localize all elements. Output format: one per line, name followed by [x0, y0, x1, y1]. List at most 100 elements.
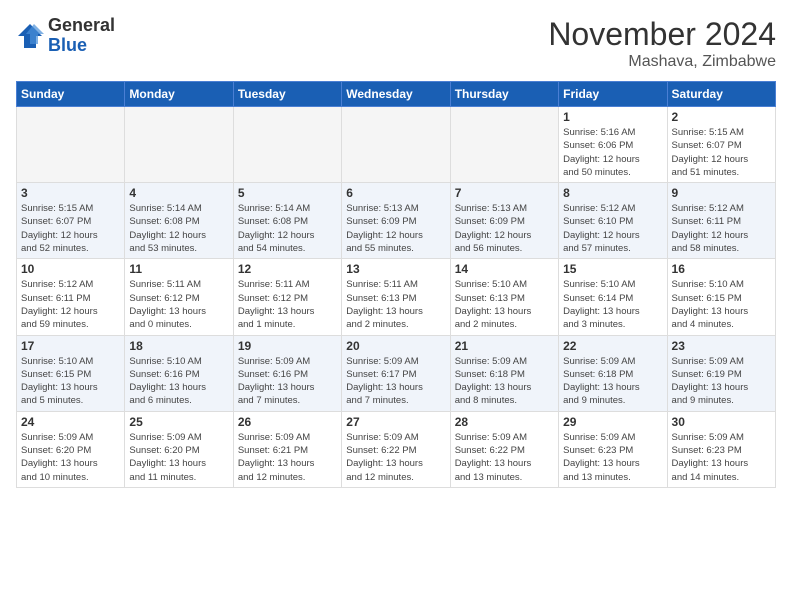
calendar-day-cell: 26 Sunrise: 5:09 AMSunset: 6:21 PMDayligh… — [233, 411, 341, 487]
day-info: Sunrise: 5:09 AMSunset: 6:18 PMDaylight:… — [455, 355, 554, 408]
calendar-day-cell: 13 Sunrise: 5:11 AMSunset: 6:13 PMDayligh… — [342, 259, 450, 335]
calendar-day-cell: 5Sunrise: 5:14 AMSunset: 6:08 PMDaylight… — [233, 183, 341, 259]
day-number: 9 — [672, 186, 771, 200]
day-info: Sunrise: 5:10 AMSunset: 6:14 PMDaylight:… — [563, 278, 662, 331]
page-header: General Blue November 2024 Mashava, Zimb… — [16, 16, 776, 71]
day-info: Sunrise: 5:11 AMSunset: 6:12 PMDaylight:… — [238, 278, 337, 331]
day-number: 25 — [129, 415, 228, 429]
calendar-week-row: 3 Sunrise: 5:15 AMSunset: 6:07 PMDaylight… — [17, 183, 776, 259]
day-info: Sunrise: 5:12 AMSunset: 6:11 PMDaylight:… — [21, 278, 120, 331]
day-number: 6 — [346, 186, 445, 200]
day-number: 16 — [672, 262, 771, 276]
calendar-day-cell: 14Sunrise: 5:10 AMSunset: 6:13 PMDayligh… — [450, 259, 558, 335]
calendar-day-cell: 6 Sunrise: 5:13 AMSunset: 6:09 PMDaylight… — [342, 183, 450, 259]
calendar-day-cell — [17, 107, 125, 183]
day-info: Sunrise: 5:11 AMSunset: 6:13 PMDaylight:… — [346, 278, 445, 331]
day-number: 28 — [455, 415, 554, 429]
logo-text: General Blue — [48, 16, 115, 56]
day-number: 15 — [563, 262, 662, 276]
month-year: November 2024 — [548, 16, 776, 53]
day-info: Sunrise: 5:13 AMSunset: 6:09 PMDaylight:… — [346, 202, 445, 255]
calendar-weekday-header: Tuesday — [233, 82, 341, 107]
calendar-day-cell: 18Sunrise: 5:10 AMSunset: 6:16 PMDayligh… — [125, 335, 233, 411]
day-number: 24 — [21, 415, 120, 429]
day-info: Sunrise: 5:09 AMSunset: 6:23 PMDaylight:… — [672, 431, 771, 484]
day-info: Sunrise: 5:09 AMSunset: 6:19 PMDaylight:… — [672, 355, 771, 408]
calendar-day-cell — [450, 107, 558, 183]
calendar-weekday-header: Sunday — [17, 82, 125, 107]
calendar-day-cell: 2 Sunrise: 5:15 AMSunset: 6:07 PMDaylight… — [667, 107, 775, 183]
calendar-week-row: 10 Sunrise: 5:12 AMSunset: 6:11 PMDayligh… — [17, 259, 776, 335]
day-number: 12 — [238, 262, 337, 276]
calendar-weekday-header: Thursday — [450, 82, 558, 107]
calendar-day-cell: 29Sunrise: 5:09 AMSunset: 6:23 PMDayligh… — [559, 411, 667, 487]
calendar-day-cell: 16 Sunrise: 5:10 AMSunset: 6:15 PMDayligh… — [667, 259, 775, 335]
day-info: Sunrise: 5:09 AMSunset: 6:18 PMDaylight:… — [563, 355, 662, 408]
day-info: Sunrise: 5:14 AMSunset: 6:08 PMDaylight:… — [129, 202, 228, 255]
day-info: Sunrise: 5:15 AMSunset: 6:07 PMDaylight:… — [21, 202, 120, 255]
calendar-week-row: 1Sunrise: 5:16 AMSunset: 6:06 PMDaylight… — [17, 107, 776, 183]
day-info: Sunrise: 5:14 AMSunset: 6:08 PMDaylight:… — [238, 202, 337, 255]
logo-general: General — [48, 16, 115, 36]
day-number: 14 — [455, 262, 554, 276]
day-number: 26 — [238, 415, 337, 429]
day-info: Sunrise: 5:09 AMSunset: 6:23 PMDaylight:… — [563, 431, 662, 484]
day-info: Sunrise: 5:10 AMSunset: 6:15 PMDaylight:… — [672, 278, 771, 331]
day-number: 1 — [563, 110, 662, 124]
day-info: Sunrise: 5:15 AMSunset: 6:07 PMDaylight:… — [672, 126, 771, 179]
day-number: 18 — [129, 339, 228, 353]
calendar-day-cell: 21 Sunrise: 5:09 AMSunset: 6:18 PMDayligh… — [450, 335, 558, 411]
day-info: Sunrise: 5:09 AMSunset: 6:17 PMDaylight:… — [346, 355, 445, 408]
calendar-day-cell: 12 Sunrise: 5:11 AMSunset: 6:12 PMDayligh… — [233, 259, 341, 335]
day-number: 10 — [21, 262, 120, 276]
calendar-day-cell: 11Sunrise: 5:11 AMSunset: 6:12 PMDayligh… — [125, 259, 233, 335]
title-block: November 2024 Mashava, Zimbabwe — [548, 16, 776, 71]
logo-icon — [16, 22, 44, 50]
calendar-day-cell — [125, 107, 233, 183]
calendar-day-cell: 23 Sunrise: 5:09 AMSunset: 6:19 PMDayligh… — [667, 335, 775, 411]
calendar-day-cell: 22 Sunrise: 5:09 AMSunset: 6:18 PMDayligh… — [559, 335, 667, 411]
calendar-day-cell: 30 Sunrise: 5:09 AMSunset: 6:23 PMDayligh… — [667, 411, 775, 487]
day-info: Sunrise: 5:11 AMSunset: 6:12 PMDaylight:… — [129, 278, 228, 331]
calendar-day-cell: 25 Sunrise: 5:09 AMSunset: 6:20 PMDayligh… — [125, 411, 233, 487]
day-info: Sunrise: 5:09 AMSunset: 6:20 PMDaylight:… — [129, 431, 228, 484]
calendar-day-cell — [342, 107, 450, 183]
calendar-day-cell — [233, 107, 341, 183]
day-number: 20 — [346, 339, 445, 353]
day-info: Sunrise: 5:09 AMSunset: 6:16 PMDaylight:… — [238, 355, 337, 408]
calendar-day-cell: 8 Sunrise: 5:12 AMSunset: 6:10 PMDaylight… — [559, 183, 667, 259]
day-number: 23 — [672, 339, 771, 353]
calendar-header-row: SundayMondayTuesdayWednesdayThursdayFrid… — [17, 82, 776, 107]
location: Mashava, Zimbabwe — [548, 53, 776, 71]
calendar-day-cell: 24 Sunrise: 5:09 AMSunset: 6:20 PMDayligh… — [17, 411, 125, 487]
calendar-day-cell: 19Sunrise: 5:09 AMSunset: 6:16 PMDayligh… — [233, 335, 341, 411]
calendar-week-row: 17Sunrise: 5:10 AMSunset: 6:15 PMDayligh… — [17, 335, 776, 411]
calendar-day-cell: 17Sunrise: 5:10 AMSunset: 6:15 PMDayligh… — [17, 335, 125, 411]
day-number: 7 — [455, 186, 554, 200]
day-info: Sunrise: 5:12 AMSunset: 6:11 PMDaylight:… — [672, 202, 771, 255]
day-number: 8 — [563, 186, 662, 200]
calendar-week-row: 24 Sunrise: 5:09 AMSunset: 6:20 PMDayligh… — [17, 411, 776, 487]
calendar-day-cell: 20 Sunrise: 5:09 AMSunset: 6:17 PMDayligh… — [342, 335, 450, 411]
day-info: Sunrise: 5:13 AMSunset: 6:09 PMDaylight:… — [455, 202, 554, 255]
day-number: 2 — [672, 110, 771, 124]
logo: General Blue — [16, 16, 115, 56]
day-info: Sunrise: 5:09 AMSunset: 6:20 PMDaylight:… — [21, 431, 120, 484]
calendar-day-cell: 15 Sunrise: 5:10 AMSunset: 6:14 PMDayligh… — [559, 259, 667, 335]
day-number: 22 — [563, 339, 662, 353]
day-info: Sunrise: 5:12 AMSunset: 6:10 PMDaylight:… — [563, 202, 662, 255]
day-number: 30 — [672, 415, 771, 429]
day-info: Sunrise: 5:09 AMSunset: 6:22 PMDaylight:… — [455, 431, 554, 484]
calendar-day-cell: 28 Sunrise: 5:09 AMSunset: 6:22 PMDayligh… — [450, 411, 558, 487]
calendar-weekday-header: Friday — [559, 82, 667, 107]
day-info: Sunrise: 5:10 AMSunset: 6:15 PMDaylight:… — [21, 355, 120, 408]
calendar-weekday-header: Saturday — [667, 82, 775, 107]
calendar-weekday-header: Wednesday — [342, 82, 450, 107]
calendar-day-cell: 9 Sunrise: 5:12 AMSunset: 6:11 PMDaylight… — [667, 183, 775, 259]
day-number: 27 — [346, 415, 445, 429]
day-info: Sunrise: 5:09 AMSunset: 6:21 PMDaylight:… — [238, 431, 337, 484]
day-number: 21 — [455, 339, 554, 353]
day-number: 13 — [346, 262, 445, 276]
day-number: 3 — [21, 186, 120, 200]
calendar-day-cell: 3 Sunrise: 5:15 AMSunset: 6:07 PMDaylight… — [17, 183, 125, 259]
